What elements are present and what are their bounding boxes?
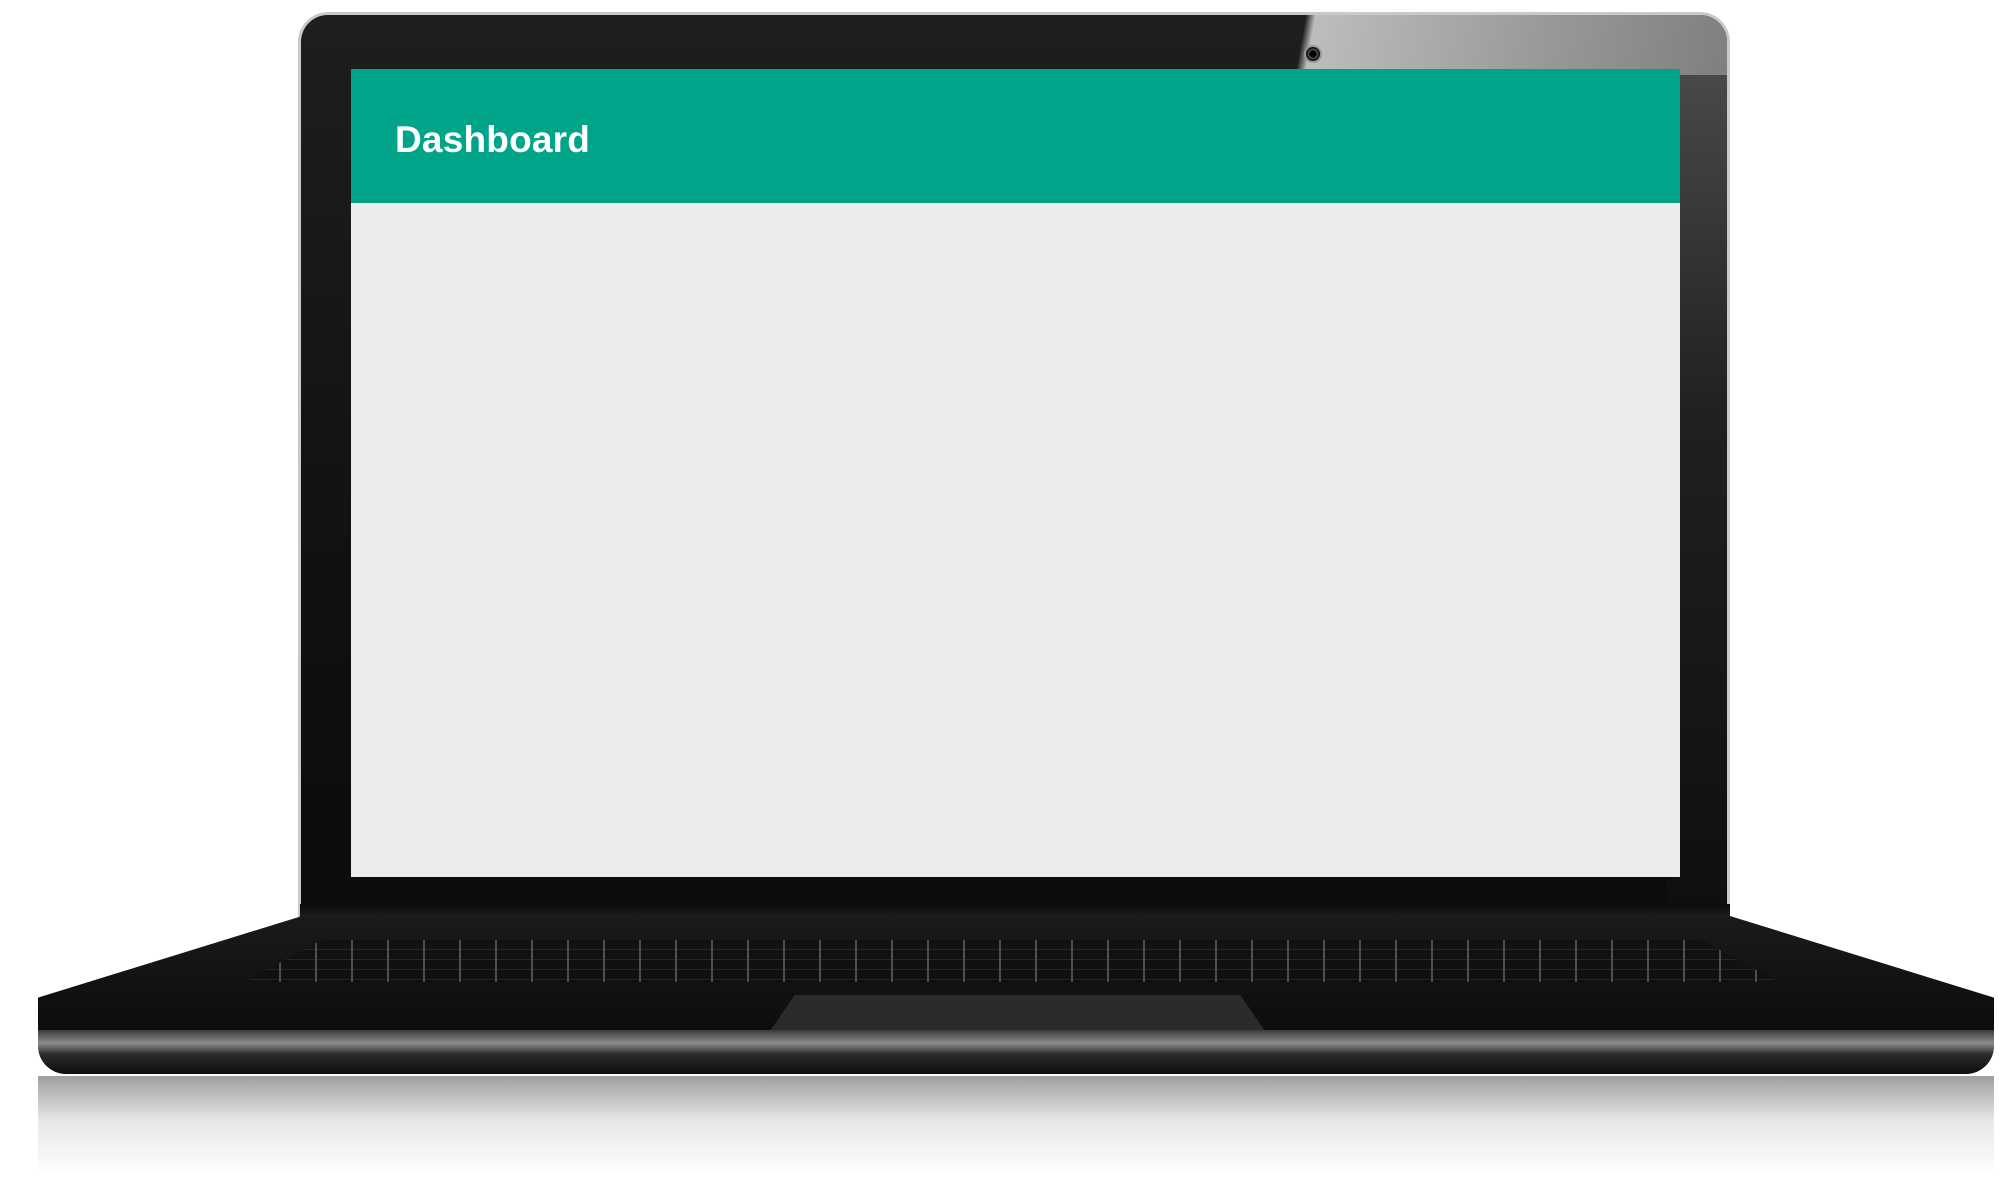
trackpad bbox=[770, 995, 1265, 1031]
dashboard-content-area bbox=[351, 203, 1680, 877]
keyboard bbox=[245, 940, 1778, 982]
laptop-mockup: Dashboard bbox=[0, 0, 1999, 1182]
laptop-front-edge bbox=[38, 1030, 1994, 1074]
laptop-reflection bbox=[38, 1076, 1994, 1176]
page-title: Dashboard bbox=[395, 119, 591, 160]
camera-icon bbox=[1304, 45, 1322, 63]
laptop-screen: Dashboard bbox=[351, 69, 1680, 877]
lid-glare bbox=[1247, 15, 1727, 75]
app-header: Dashboard bbox=[351, 69, 1680, 203]
